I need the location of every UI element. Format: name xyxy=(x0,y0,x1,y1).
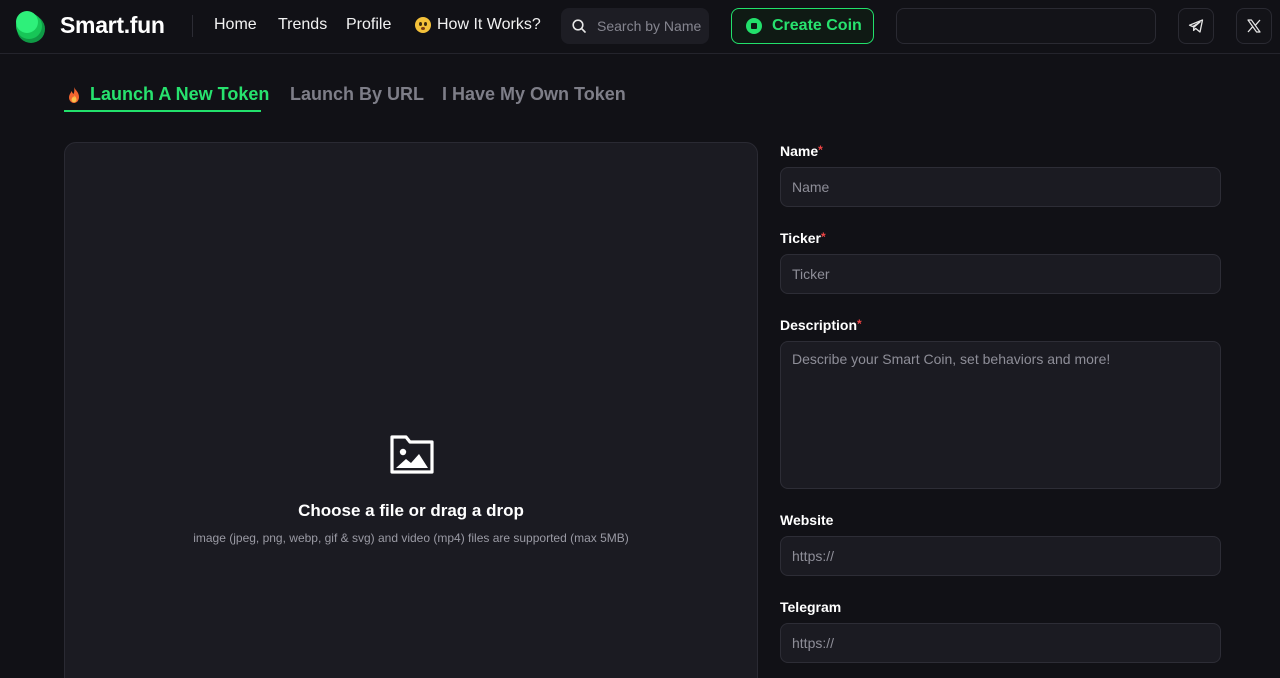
fire-icon xyxy=(69,86,79,103)
file-upload-dropzone[interactable]: Choose a file or drag a drop image (jpeg… xyxy=(64,142,758,678)
create-coin-button[interactable]: Create Coin xyxy=(731,8,874,44)
tab-launch-by-url[interactable]: Launch By URL xyxy=(290,84,424,105)
nav-how-it-works-label: How It Works? xyxy=(437,16,541,33)
search-icon xyxy=(572,19,586,33)
ticker-label: Ticker* xyxy=(780,230,826,246)
name-label-text: Name xyxy=(780,143,819,159)
required-mark: * xyxy=(818,143,823,157)
upload-title: Choose a file or drag a drop xyxy=(298,501,524,520)
image-folder-icon xyxy=(390,435,434,474)
tab-launch-new-token[interactable]: Launch A New Token xyxy=(66,84,269,105)
coin-plus-icon xyxy=(746,18,762,34)
nav-profile-link[interactable]: Profile xyxy=(346,16,391,34)
telegram-input[interactable] xyxy=(780,623,1221,663)
brand-name[interactable]: Smart.fun xyxy=(60,12,165,39)
ticker-input[interactable] xyxy=(780,254,1221,294)
required-mark: * xyxy=(857,317,862,331)
description-textarea[interactable] xyxy=(780,341,1221,489)
name-label: Name* xyxy=(780,143,823,159)
nav-trends-link[interactable]: Trends xyxy=(278,16,327,34)
wallet-connect-box[interactable] xyxy=(896,8,1156,44)
logo-icon[interactable] xyxy=(14,10,48,44)
create-coin-label: Create Coin xyxy=(772,17,862,34)
search-box[interactable] xyxy=(561,8,709,44)
telegram-label: Telegram xyxy=(780,599,842,615)
nav-home-link[interactable]: Home xyxy=(214,16,257,34)
tab-own-token[interactable]: I Have My Own Token xyxy=(442,84,626,105)
telegram-button[interactable] xyxy=(1178,8,1214,44)
name-input[interactable] xyxy=(780,167,1221,207)
tab-launch-new-token-label: Launch A New Token xyxy=(90,84,270,104)
flushed-face-emoji-icon xyxy=(415,17,431,33)
website-label: Website xyxy=(780,512,834,528)
search-input[interactable] xyxy=(597,8,701,44)
upload-hint: image (jpeg, png, webp, gif & svg) and v… xyxy=(193,531,629,545)
top-header: Smart.fun Home Trends Profile How It Wor… xyxy=(0,0,1280,54)
ticker-label-text: Ticker xyxy=(780,230,821,246)
description-label-text: Description xyxy=(780,317,858,333)
active-tab-underline xyxy=(64,110,261,112)
x-icon xyxy=(1247,19,1261,33)
required-mark: * xyxy=(821,230,826,244)
description-label: Description* xyxy=(780,317,862,333)
website-input[interactable] xyxy=(780,536,1221,576)
nav-how-it-works-link[interactable]: How It Works? xyxy=(415,16,541,34)
x-button[interactable] xyxy=(1236,8,1272,44)
telegram-icon xyxy=(1188,19,1204,33)
header-divider xyxy=(192,15,193,37)
